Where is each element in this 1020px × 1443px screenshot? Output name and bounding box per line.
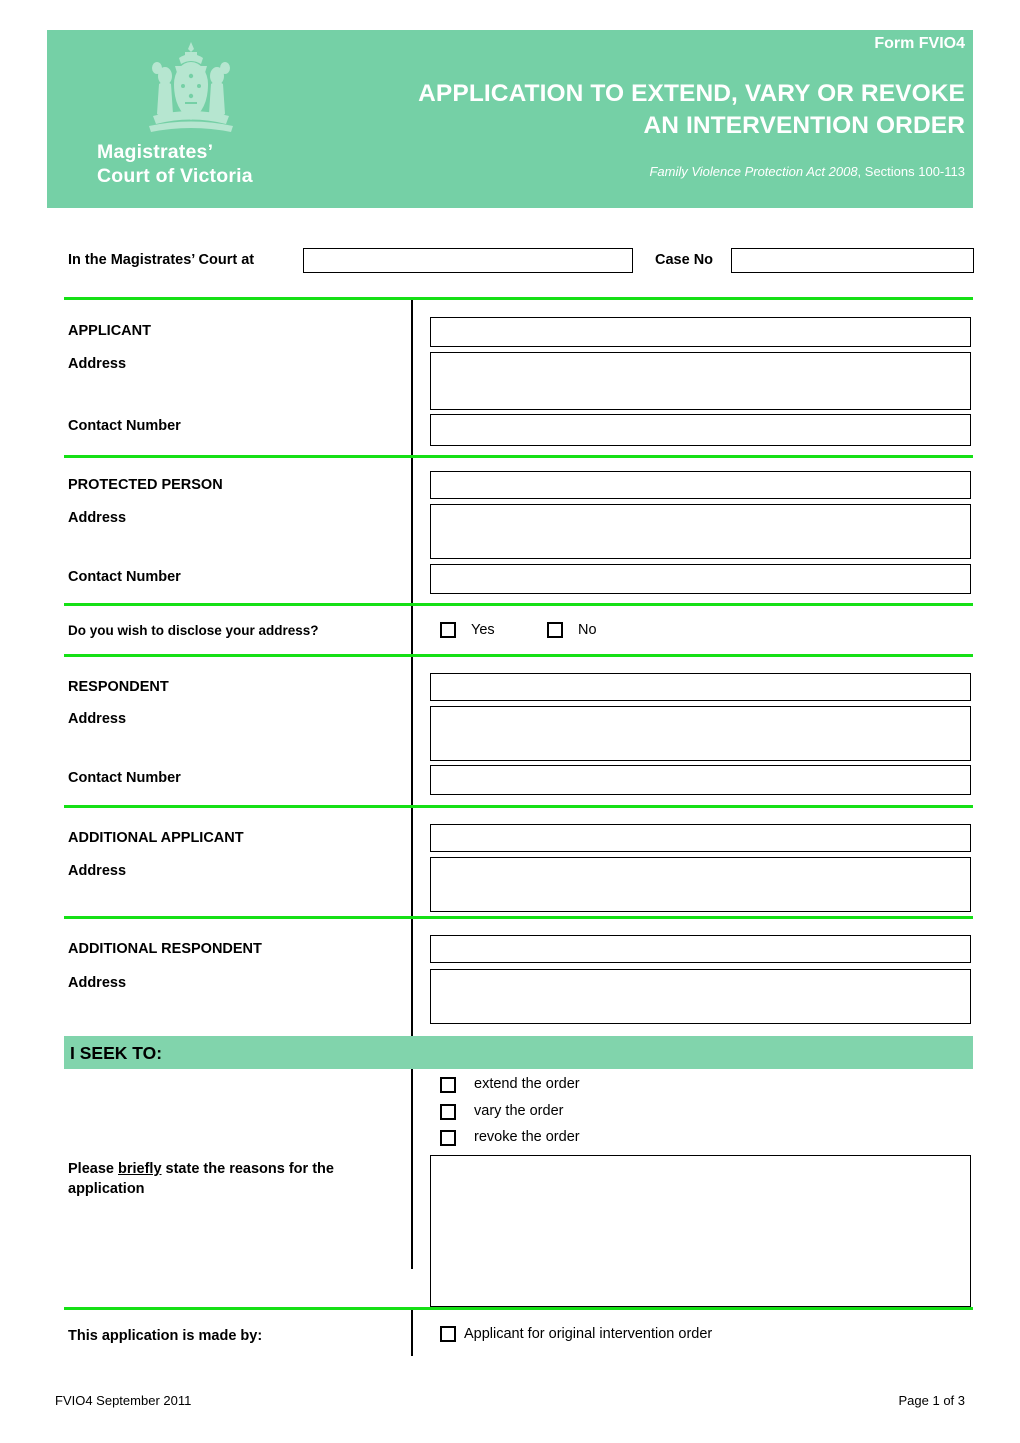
column-rule [411, 458, 413, 603]
additional-applicant-name-input[interactable] [430, 824, 971, 852]
made-by-label: This application is made by: [68, 1328, 263, 1344]
column-rule [411, 657, 413, 805]
footer-form-reference: FVIO4 September 2011 [55, 1393, 192, 1408]
additional-applicant-address-input[interactable] [430, 857, 971, 912]
section-respondent: RESPONDENT Address Contact Number [64, 657, 973, 805]
reasons-label: Please briefly state the reasons for the… [68, 1159, 398, 1199]
protected-person-address-label: Address [68, 510, 127, 526]
column-rule [411, 808, 413, 916]
seek-vary-checkbox[interactable] [440, 1104, 456, 1120]
column-rule [411, 919, 413, 1036]
seek-revoke-checkbox[interactable] [440, 1130, 456, 1146]
section-applicant: APPLICANT Address Contact Number [64, 300, 973, 455]
respondent-address-label: Address [68, 711, 127, 727]
applicant-contact-label: Contact Number [68, 418, 181, 434]
court-name-line1: Magistrates’ [97, 141, 214, 163]
respondent-name-input[interactable] [430, 673, 971, 701]
act-sections: , Sections 100-113 [857, 164, 965, 179]
applicant-name-input[interactable] [430, 317, 971, 347]
protected-person-name-input[interactable] [430, 471, 971, 499]
disclose-address-yes-checkbox[interactable] [440, 622, 456, 638]
disclose-address-yes-label: Yes [471, 622, 495, 638]
section-protected-person: PROTECTED PERSON Address Contact Number [64, 458, 973, 603]
applicant-title: APPLICANT [68, 323, 151, 339]
seek-to-band: I SEEK TO: [64, 1036, 973, 1069]
case-no-label: Case No [655, 252, 714, 268]
column-rule [411, 606, 413, 654]
form-code: Form FVIO4 [874, 35, 965, 52]
case-no-input[interactable] [731, 248, 974, 273]
section-disclose-address: Do you wish to disclose your address? Ye… [64, 606, 973, 654]
seek-revoke-label: revoke the order [474, 1129, 580, 1145]
seek-extend-checkbox[interactable] [440, 1077, 456, 1093]
act-name: Family Violence Protection Act 2008 [649, 164, 858, 179]
respondent-address-input[interactable] [430, 706, 971, 761]
made-by-applicant-label: Applicant for original intervention orde… [464, 1326, 713, 1342]
seek-extend-label: extend the order [474, 1076, 580, 1092]
applicant-address-label: Address [68, 356, 127, 372]
made-by-applicant-checkbox[interactable] [440, 1326, 456, 1342]
respondent-contact-label: Contact Number [68, 770, 181, 786]
court-case-row: In the Magistrates’ Court at Case No [68, 248, 978, 278]
disclose-address-no-checkbox[interactable] [547, 622, 563, 638]
section-additional-applicant: ADDITIONAL APPLICANT Address [64, 808, 973, 916]
court-at-input[interactable] [303, 248, 633, 273]
header-band: Magistrates’ Court of Victoria Form FVIO… [47, 30, 973, 208]
protected-person-title: PROTECTED PERSON [68, 477, 223, 493]
protected-person-contact-label: Contact Number [68, 569, 181, 585]
reasons-textarea[interactable] [430, 1155, 971, 1307]
applicant-contact-input[interactable] [430, 414, 971, 446]
additional-applicant-title: ADDITIONAL APPLICANT [68, 830, 244, 846]
additional-respondent-address-label: Address [68, 975, 127, 991]
respondent-contact-input[interactable] [430, 765, 971, 795]
reasons-label-part1: Please [68, 1161, 118, 1177]
act-reference: Family Violence Protection Act 2008, Sec… [225, 164, 965, 179]
section-additional-respondent: ADDITIONAL RESPONDENT Address [64, 919, 973, 1036]
form-body: APPLICANT Address Contact Number PROTECT… [64, 297, 973, 1356]
page-title-line2: AN INTERVENTION ORDER [643, 112, 965, 139]
column-rule [411, 300, 413, 455]
court-at-label: In the Magistrates’ Court at [68, 252, 255, 268]
reasons-label-emphasis: briefly [118, 1161, 162, 1177]
seek-to-title: I SEEK TO: [70, 1043, 163, 1063]
page-title: APPLICATION TO EXTEND, VARY OR REVOKE AN… [225, 78, 965, 142]
protected-person-contact-input[interactable] [430, 564, 971, 594]
page-title-line1: APPLICATION TO EXTEND, VARY OR REVOKE [418, 80, 965, 107]
seek-vary-label: vary the order [474, 1103, 564, 1119]
additional-respondent-address-input[interactable] [430, 969, 971, 1024]
protected-person-address-input[interactable] [430, 504, 971, 559]
section-seek-options: extend the order vary the order revoke t… [64, 1069, 973, 1307]
footer-page-number: Page 1 of 3 [898, 1393, 966, 1408]
section-made-by: This application is made by: Applicant f… [64, 1310, 973, 1356]
respondent-title: RESPONDENT [68, 679, 169, 695]
column-rule [411, 1310, 413, 1356]
additional-respondent-title: ADDITIONAL RESPONDENT [68, 941, 262, 957]
disclose-address-no-label: No [578, 622, 597, 638]
applicant-address-input[interactable] [430, 352, 971, 410]
disclose-address-question: Do you wish to disclose your address? [68, 623, 319, 638]
additional-applicant-address-label: Address [68, 863, 127, 879]
column-rule [411, 1069, 413, 1269]
additional-respondent-name-input[interactable] [430, 935, 971, 963]
